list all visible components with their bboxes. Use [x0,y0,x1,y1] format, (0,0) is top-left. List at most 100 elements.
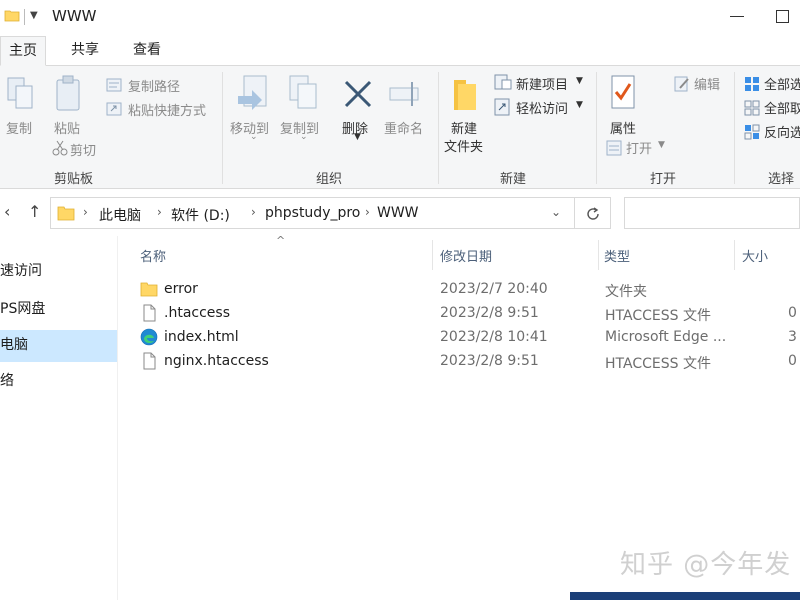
nav-item-quick-access[interactable]: 速访问 [0,256,117,288]
tab-view[interactable]: 查看 [122,36,172,66]
paste-shortcut-icon [106,102,122,116]
file-row-nginx-htaccess[interactable]: nginx.htaccess 2023/2/8 9:51 HTACCESS 文件… [138,350,800,374]
select-group-label: 选择 [768,172,795,187]
paste-shortcut-button[interactable]: 粘贴快捷方式 [128,100,206,119]
group-divider [438,72,439,184]
minimize-button[interactable] [730,16,744,17]
nav-item-network[interactable]: 络 [0,366,117,398]
column-header-type[interactable]: 类型 [604,246,630,265]
open-button[interactable]: 打开 [626,138,652,157]
ribbon-tab-bar: 主页 共享 查看 [0,36,800,66]
column-divider[interactable] [734,240,735,270]
file-name: index.html [164,329,239,345]
select-all-button[interactable]: 全部选 [764,74,800,93]
taskbar-strip [570,592,800,600]
breadcrumb-separator[interactable]: › [157,205,162,219]
properties-button[interactable]: 属性 [610,118,636,137]
watermark-text: 知乎 @今年发 [620,550,792,580]
file-row-htaccess[interactable]: .htaccess 2023/2/8 9:51 HTACCESS 文件 0 [138,302,800,326]
navigation-pane: 速访问 PS网盘 电脑 络 [0,236,118,600]
delete-x-icon [344,80,372,108]
file-explorer-window: ▼ WWW 主页 共享 查看 复制 粘贴 复制路径 粘贴快捷方式 剪切 剪贴板 … [0,0,800,600]
column-header-date[interactable]: 修改日期 [440,246,492,265]
column-divider[interactable] [598,240,599,270]
maximize-button[interactable] [776,10,789,23]
delete-dropdown[interactable]: ▼ [354,132,361,142]
folder-icon [57,206,75,221]
column-header-name[interactable]: 名称 [140,246,166,265]
new-item-dropdown[interactable]: ▼ [576,76,583,86]
invert-selection-icon [744,124,760,140]
group-divider [222,72,223,184]
invert-selection-button[interactable]: 反向选 [764,122,800,141]
clipboard-group-label: 剪贴板 [54,172,94,187]
breadcrumb-this-pc[interactable]: 此电脑 [99,205,141,225]
select-none-button[interactable]: 全部取 [764,98,800,117]
breadcrumb-www[interactable]: WWW [377,205,419,221]
new-item-button[interactable]: 新建项目 [516,74,568,93]
new-folder-button-line2[interactable]: 文件夹 [444,136,483,155]
address-bar[interactable]: › 此电脑 › 软件 (D:) › phpstudy_pro › WWW ⌄ [50,197,575,229]
file-size: 0 [788,353,797,369]
column-divider[interactable] [432,240,433,270]
breadcrumb-phpstudy[interactable]: phpstudy_pro [265,205,360,221]
back-button[interactable]: ‹ [4,202,10,221]
up-button[interactable]: ↑ [28,202,41,221]
sort-ascending-icon: ^ [276,234,286,247]
address-history-dropdown[interactable]: ⌄ [551,205,561,219]
open-group-label: 打开 [650,172,677,187]
search-input[interactable] [624,197,800,229]
scissors-icon [52,140,68,156]
edit-icon [674,76,689,92]
nav-item-this-pc[interactable]: 电脑 [0,330,117,362]
nav-item-wps-cloud[interactable]: PS网盘 [0,294,117,326]
copy-icon [7,77,33,109]
file-row-index-html[interactable]: index.html 2023/2/8 10:41 Microsoft Edge… [138,326,800,350]
group-divider [596,72,597,184]
copy-to-dropdown[interactable]: ⌄ [300,132,308,142]
paste-icon [56,75,80,111]
open-dropdown[interactable]: ▼ [658,140,665,150]
new-group-label: 新建 [500,172,527,187]
select-none-icon [744,100,760,116]
folder-icon [4,10,20,22]
open-icon [606,140,622,156]
tab-share[interactable]: 共享 [60,36,110,66]
new-folder-button-line1[interactable]: 新建 [451,118,477,137]
easy-access-button[interactable]: 轻松访问 [516,98,568,117]
rename-button[interactable]: 重命名 [384,118,423,137]
file-date: 2023/2/7 20:40 [440,281,548,297]
move-to-dropdown[interactable]: ⌄ [250,132,258,142]
file-type: HTACCESS 文件 [605,308,711,324]
file-date: 2023/2/8 9:51 [440,353,539,369]
file-date: 2023/2/8 9:51 [440,305,539,321]
file-row-error[interactable]: error 2023/2/7 20:40 文件夹 [138,278,800,302]
paste-button[interactable]: 粘贴 [54,118,80,137]
breadcrumb-separator[interactable]: › [365,205,370,219]
file-size: 3 [788,329,797,345]
copy-path-button[interactable]: 复制路径 [128,76,180,95]
copy-to-icon [289,75,317,109]
tab-home[interactable]: 主页 [0,36,46,66]
quick-access-toolbar-dropdown[interactable]: ▼ [30,10,38,21]
breadcrumb-separator[interactable]: › [251,205,256,219]
refresh-button[interactable] [575,197,611,229]
edit-button[interactable]: 编辑 [694,74,720,93]
new-folder-icon [454,80,476,110]
title-separator [24,9,25,25]
title-bar: ▼ WWW [0,0,800,36]
copy-path-icon [106,78,122,92]
easy-access-icon [494,98,510,116]
file-size: 0 [788,305,797,321]
file-icon [143,352,156,370]
breadcrumb-separator[interactable]: › [83,205,88,219]
ribbon-panel: 复制 粘贴 复制路径 粘贴快捷方式 剪切 剪贴板 移动到 ⌄ 复制到 ⌄ 删除 … [0,65,800,189]
easy-access-dropdown[interactable]: ▼ [576,100,583,110]
file-type: 文件夹 [605,284,647,300]
column-header-size[interactable]: 大小 [742,246,768,265]
cut-button[interactable]: 剪切 [70,140,96,159]
select-all-icon [745,77,759,91]
file-name: nginx.htaccess [164,353,269,369]
breadcrumb-drive-d[interactable]: 软件 (D:) [171,205,230,225]
copy-button[interactable]: 复制 [6,118,32,137]
